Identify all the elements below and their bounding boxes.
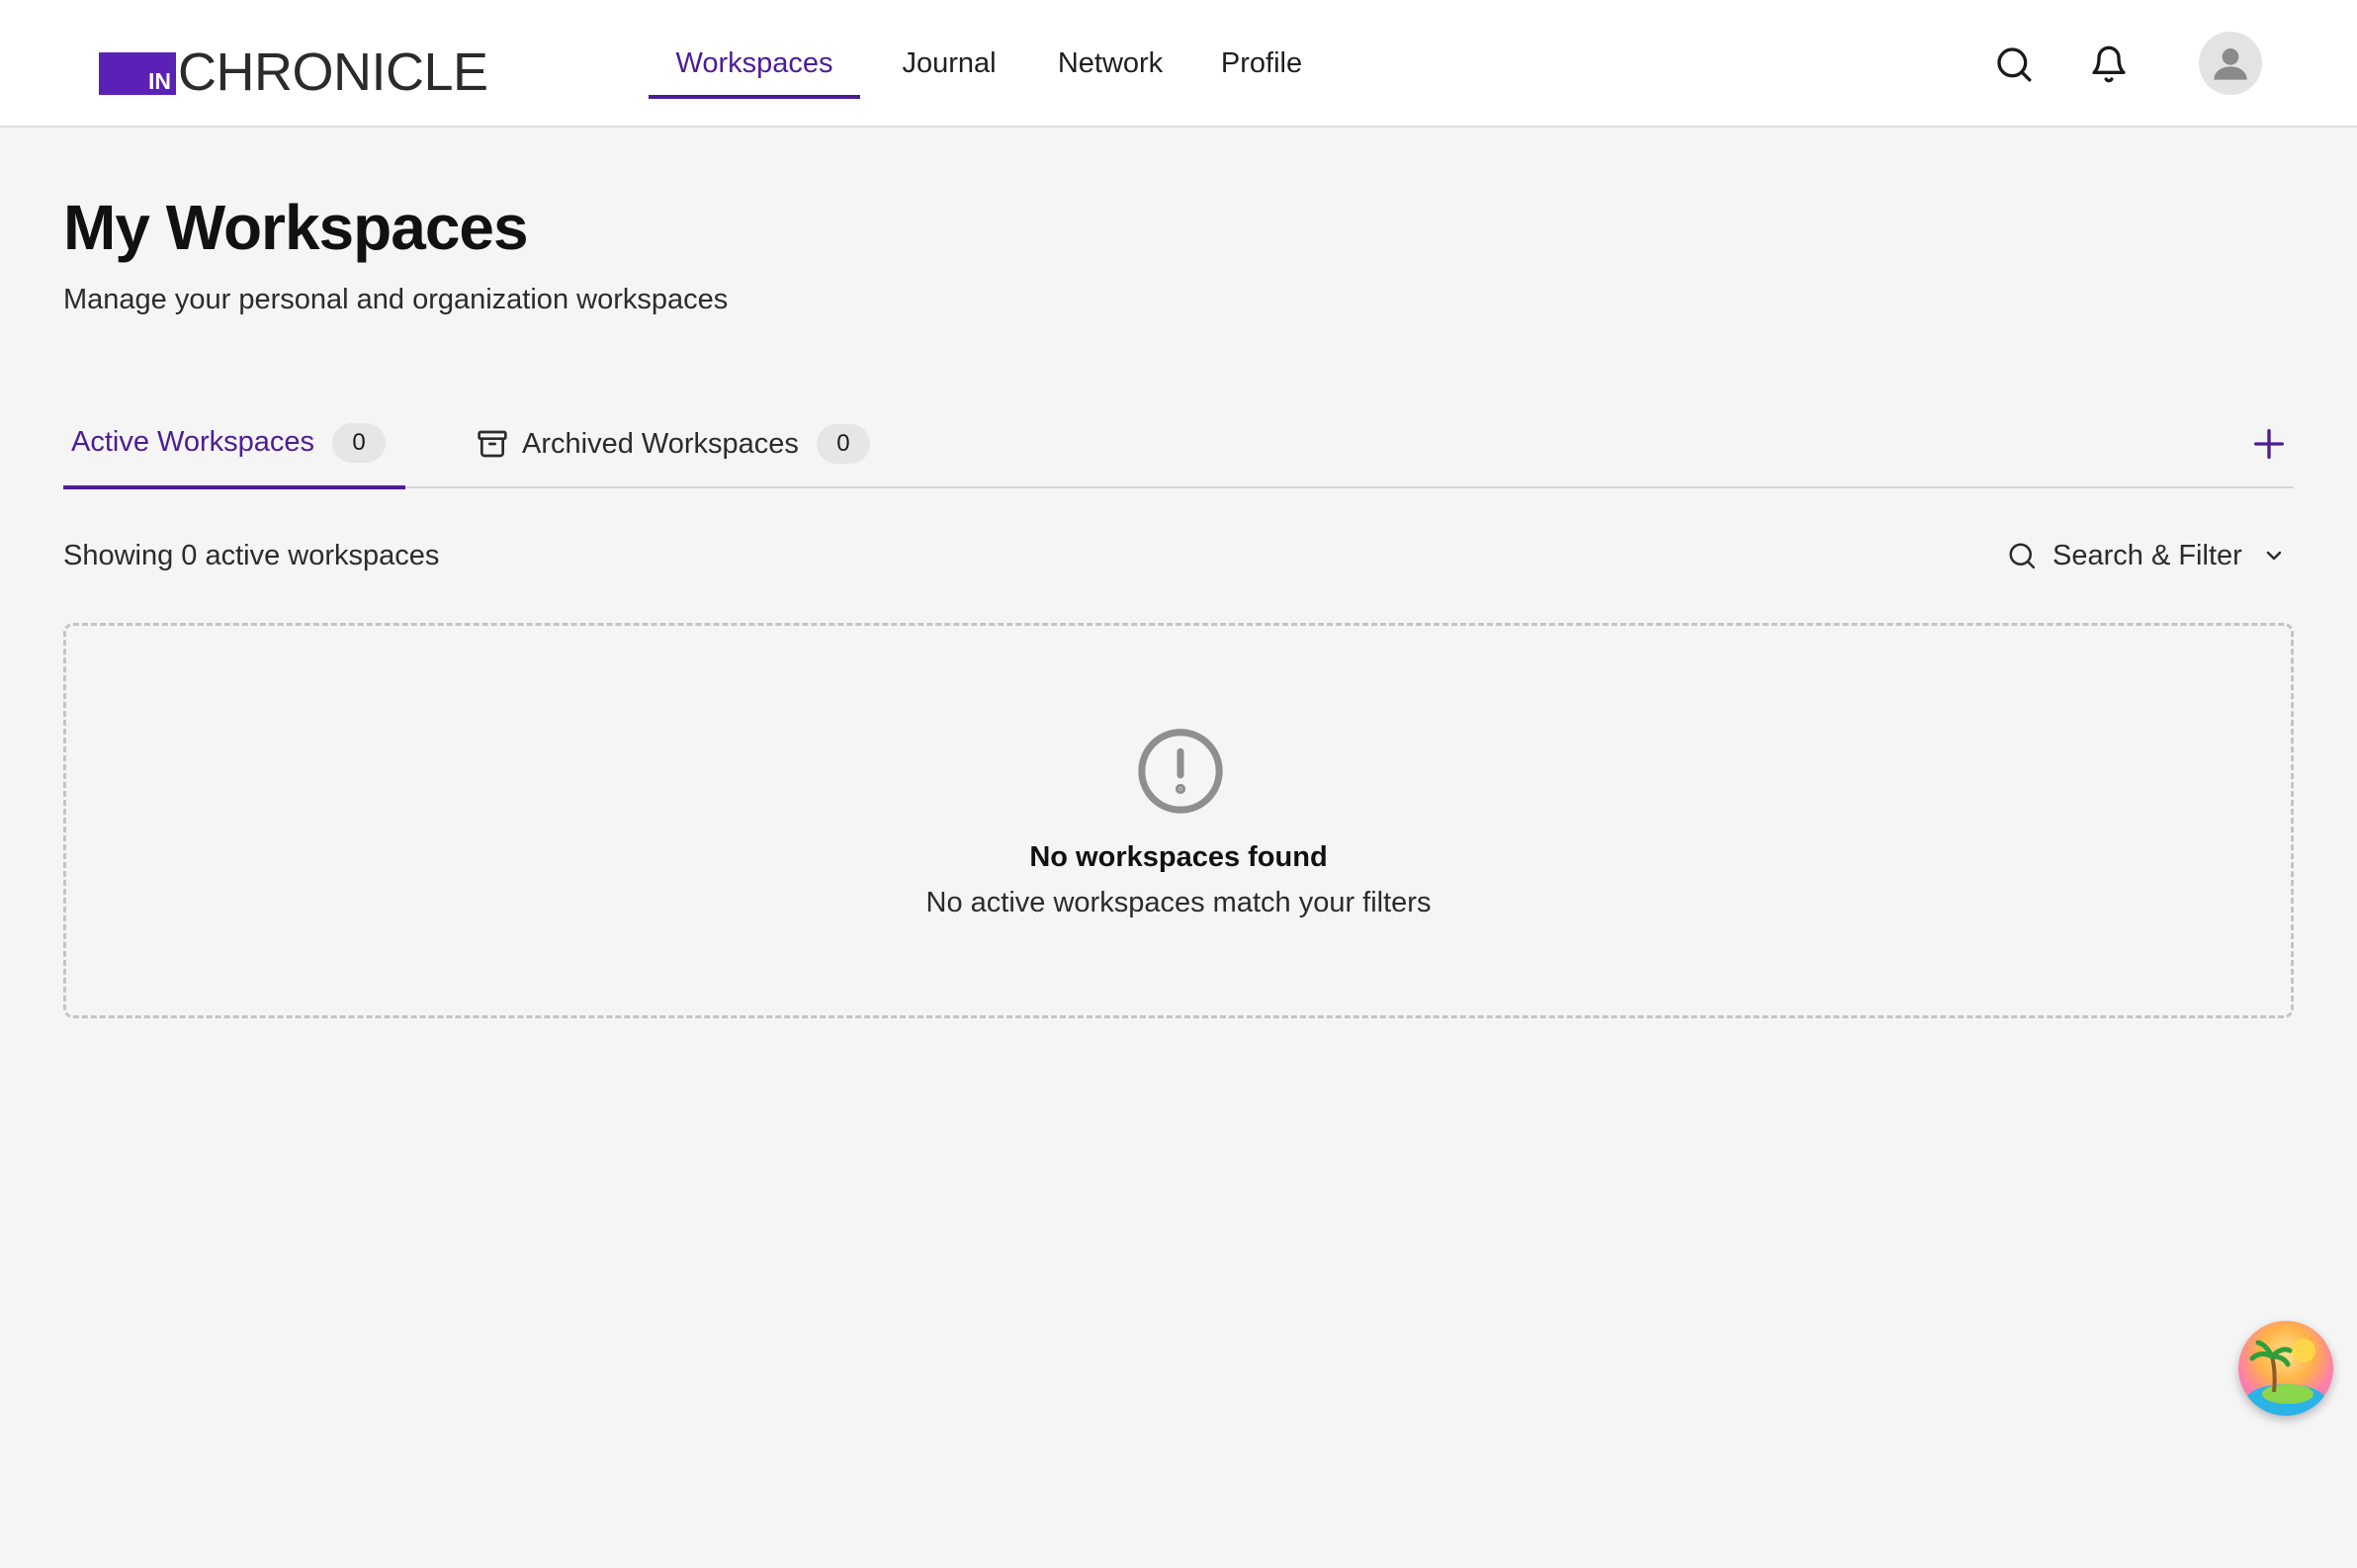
bell-icon[interactable] [2084, 40, 2134, 89]
app-logo[interactable]: IN CHRONICLE [99, 43, 488, 102]
chevron-down-icon [2262, 544, 2286, 567]
nav-item-journal[interactable]: Journal [886, 44, 1012, 99]
tab-label: Active Workspaces [71, 426, 315, 458]
top-navigation-bar: IN CHRONICLE Workspaces Journal Network … [0, 0, 2357, 128]
island-icon [2238, 1321, 2333, 1416]
empty-state-message: No active workspaces match your filters [925, 887, 1432, 918]
nav-item-profile[interactable]: Profile [1208, 44, 1315, 99]
alert-circle-icon [1134, 725, 1227, 818]
tab-archived-workspaces[interactable]: Archived Workspaces 0 [477, 399, 870, 488]
plus-icon [2249, 424, 2289, 464]
results-count: Showing 0 active workspaces [63, 540, 440, 571]
tab-count-badge: 0 [332, 422, 387, 463]
tab-count-badge: 0 [816, 424, 870, 464]
empty-state-title: No workspaces found [1029, 841, 1328, 873]
workspace-tabs: Active Workspaces 0 Archived Workspaces … [63, 399, 2294, 489]
search-filter-label: Search & Filter [2052, 539, 2242, 571]
tab-active-workspaces[interactable]: Active Workspaces 0 [63, 399, 405, 489]
archive-icon [477, 428, 508, 460]
page-title: My Workspaces [63, 192, 529, 263]
nav-item-workspaces[interactable]: Workspaces [649, 44, 860, 99]
add-workspace-button[interactable] [2244, 419, 2294, 469]
logo-badge: IN [99, 52, 176, 95]
nav-item-network[interactable]: Network [1044, 44, 1177, 99]
empty-state-panel: No workspaces found No active workspaces… [63, 623, 2294, 1018]
floating-assistant-button[interactable] [2238, 1321, 2333, 1416]
logo-text: CHRONICLE [178, 43, 488, 102]
tab-label: Archived Workspaces [522, 427, 799, 460]
user-avatar-icon[interactable] [2199, 32, 2262, 95]
logo-badge-text: IN [148, 68, 171, 94]
search-filter-button[interactable]: Search & Filter [2007, 534, 2286, 577]
search-icon [2007, 541, 2037, 570]
page-subtitle: Manage your personal and organization wo… [63, 284, 729, 315]
search-icon[interactable] [1989, 40, 2039, 89]
